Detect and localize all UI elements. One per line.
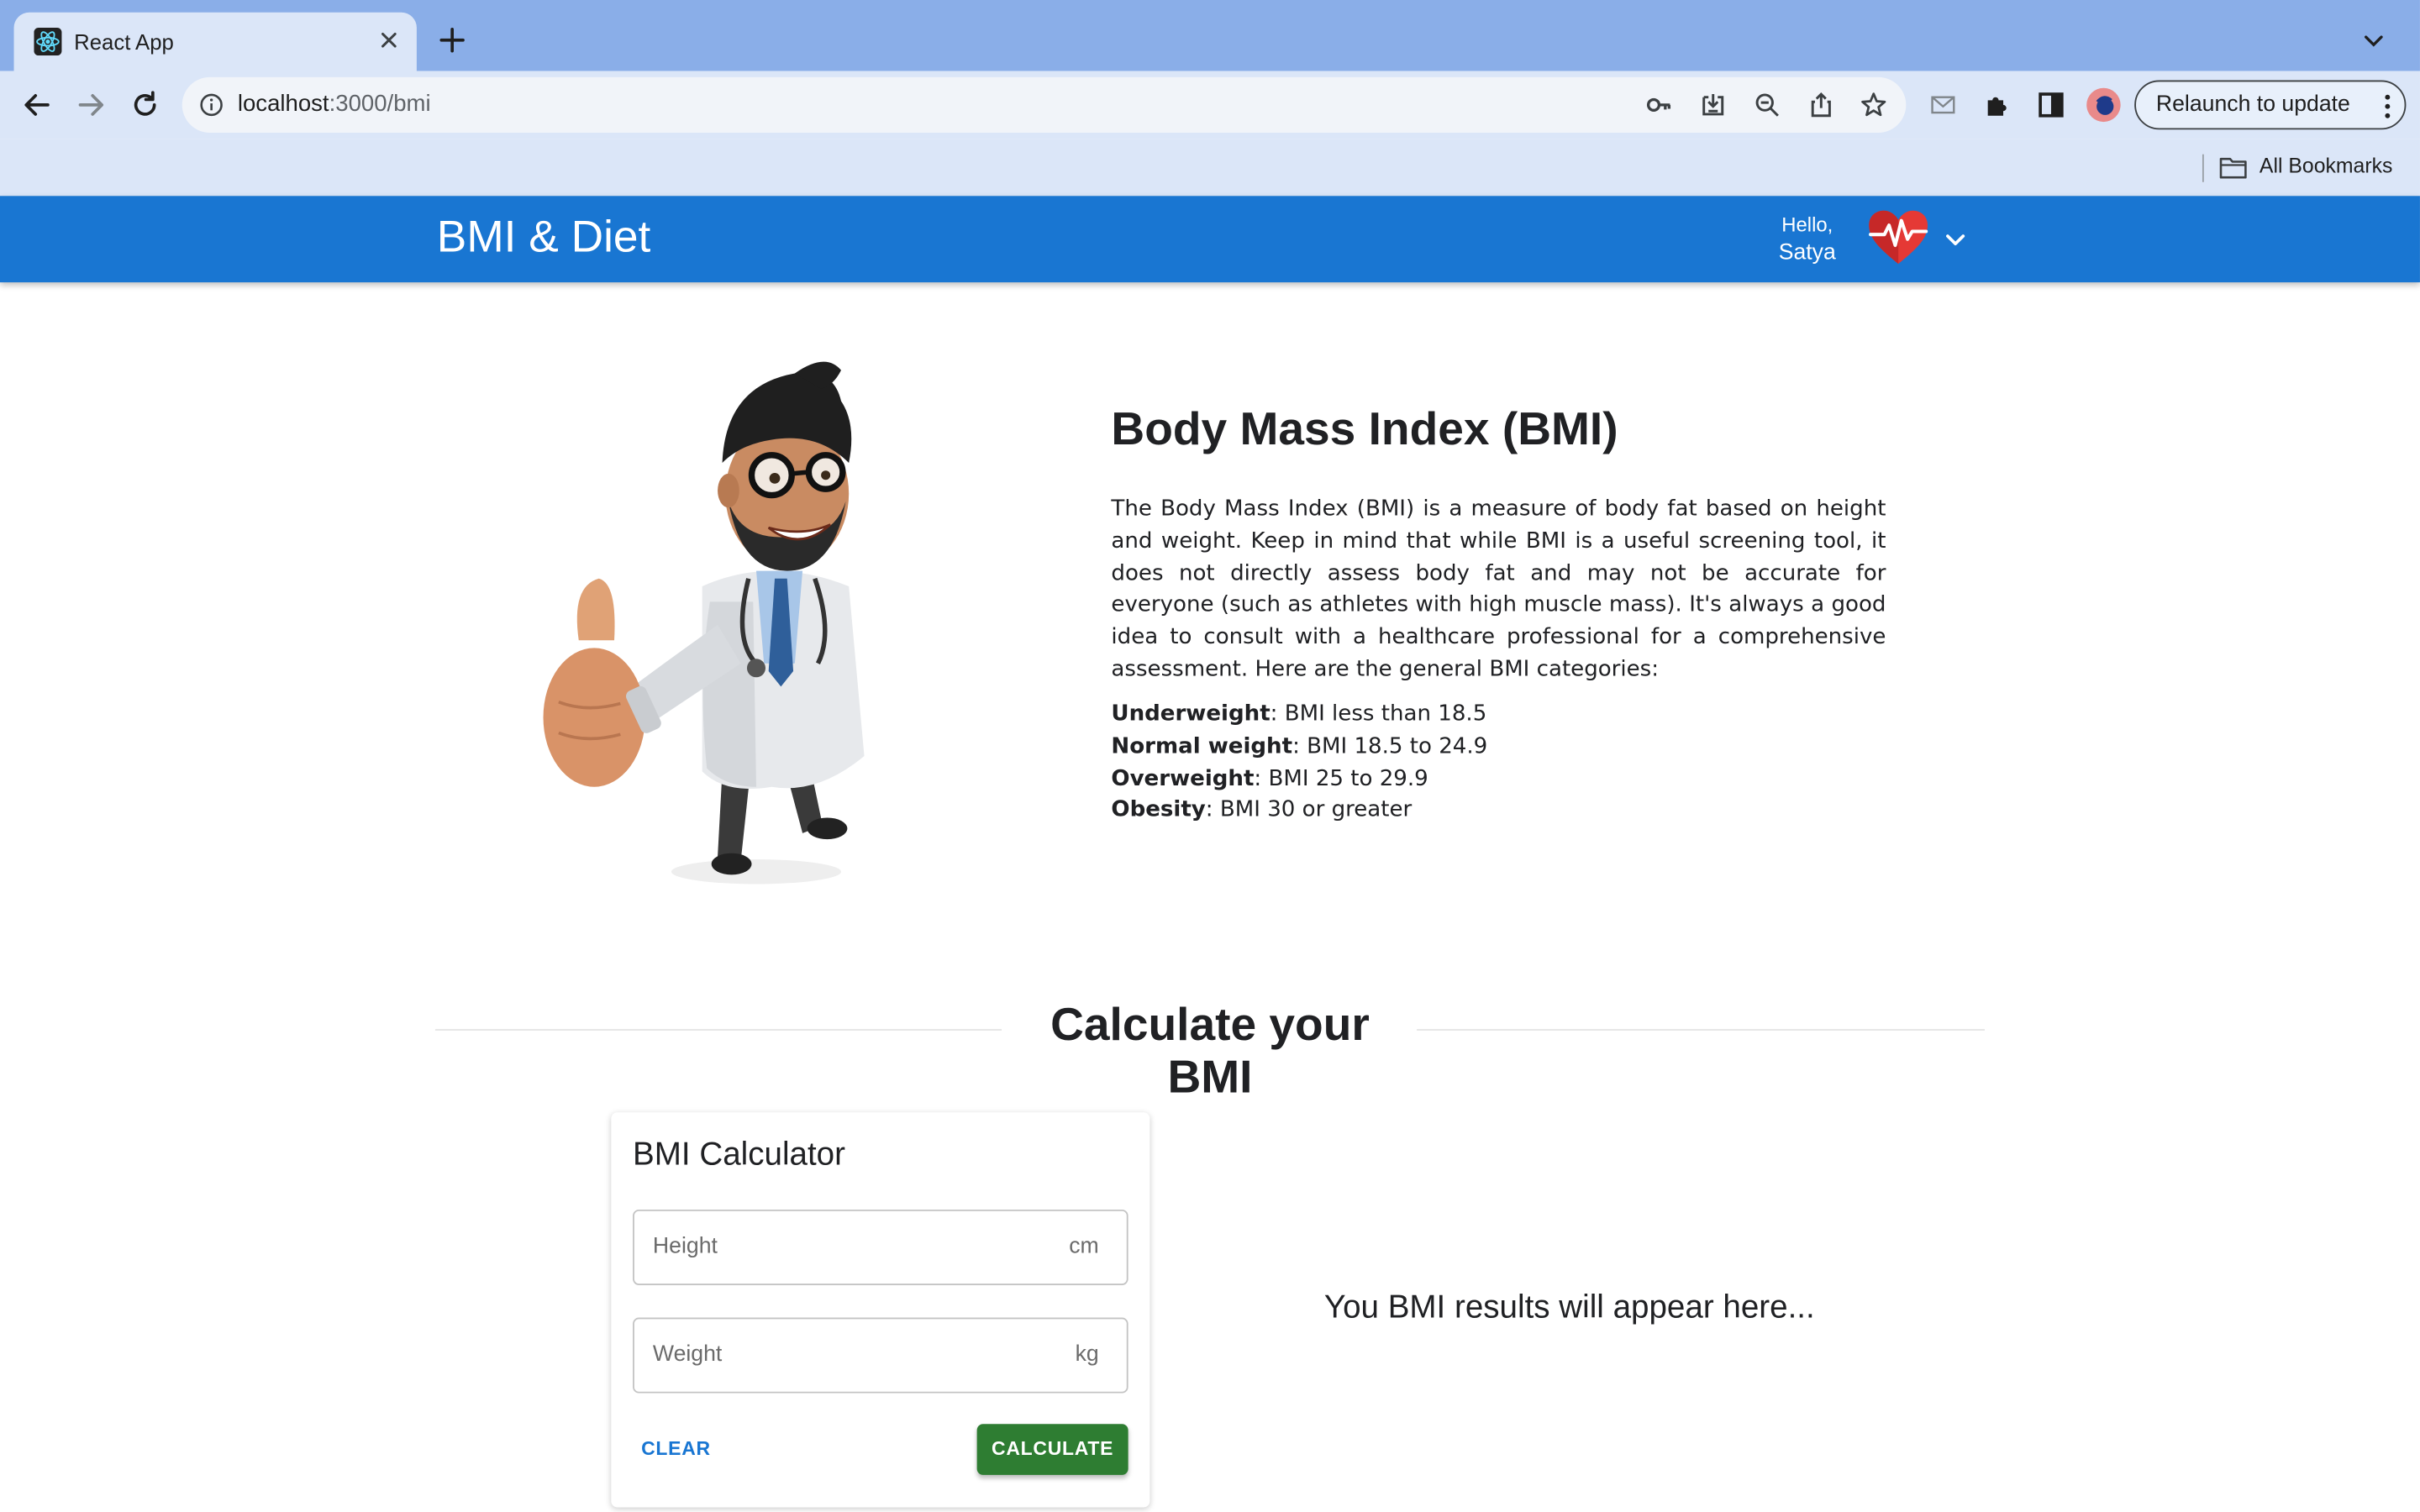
url-host: localhost xyxy=(237,91,329,118)
browser-toolbar: localhost:3000/bmi Relaunch to update xyxy=(0,71,2420,139)
chevron-down-icon[interactable] xyxy=(1943,227,1967,251)
more-menu-icon[interactable] xyxy=(2383,92,2392,120)
list-item: Overweight: BMI 25 to 29.9 xyxy=(1111,763,1487,795)
weight-field[interactable]: Weight kg xyxy=(633,1317,1128,1394)
weight-unit: kg xyxy=(1075,1341,1099,1368)
url-text: localhost:3000/bmi xyxy=(238,91,431,117)
category-name: Obesity xyxy=(1111,798,1206,823)
folder-icon[interactable] xyxy=(2219,156,2247,180)
tab-title: React App xyxy=(74,29,174,55)
user-greeting: Hello, Satya xyxy=(1760,212,1855,267)
relaunch-to-update-button[interactable]: Relaunch to update xyxy=(2134,80,2407,130)
section-divider-left xyxy=(434,1029,1002,1031)
height-field[interactable]: Height cm xyxy=(633,1209,1128,1285)
bmi-result-placeholder: You BMI results will appear here... xyxy=(1323,1289,1815,1326)
card-title: BMI Calculator xyxy=(633,1137,845,1173)
category-range: : BMI 18.5 to 24.9 xyxy=(1292,733,1488,759)
bmi-category-list: Underweight: BMI less than 18.5 Normal w… xyxy=(1111,699,1487,827)
category-name: Normal weight xyxy=(1111,733,1293,759)
all-bookmarks-link[interactable]: All Bookmarks xyxy=(2260,155,2392,178)
address-bar[interactable]: localhost:3000/bmi xyxy=(182,76,1907,133)
relaunch-label: Relaunch to update xyxy=(2155,92,2350,118)
clear-button[interactable]: CLEAR xyxy=(633,1424,719,1473)
doctor-thumbs-up-illustration xyxy=(543,361,865,885)
share-icon[interactable] xyxy=(1807,91,1835,118)
list-item: Obesity: BMI 30 or greater xyxy=(1111,795,1487,827)
bmi-description: The Body Mass Index (BMI) is a measure o… xyxy=(1111,496,1886,682)
key-icon[interactable] xyxy=(1645,91,1673,118)
category-range: : BMI less than 18.5 xyxy=(1270,701,1487,727)
bmi-calculator-card: BMI Calculator Height cm Weight kg CLEAR… xyxy=(611,1112,1150,1508)
site-info-icon[interactable] xyxy=(199,92,224,117)
weight-placeholder: Weight xyxy=(652,1341,723,1368)
tab-search-chevron-icon[interactable] xyxy=(2361,28,2386,52)
bmi-title: Body Mass Index (BMI) xyxy=(1111,404,1618,455)
app-header: BMI & Diet Hello, Satya xyxy=(0,196,2420,283)
user-name: Satya xyxy=(1778,240,1836,265)
url-path: :3000/bmi xyxy=(329,91,431,118)
side-panel-icon[interactable] xyxy=(2037,91,2065,118)
new-tab-icon[interactable] xyxy=(437,24,468,55)
category-range: : BMI 25 to 29.9 xyxy=(1254,766,1428,791)
extensions-puzzle-icon[interactable] xyxy=(1983,91,2011,118)
greeting-text: Hello, xyxy=(1781,213,1833,237)
zoom-out-icon[interactable] xyxy=(1753,91,1781,118)
height-unit: cm xyxy=(1069,1234,1099,1259)
browser-window: React App localhost:3000/bmi Relaunch to… xyxy=(0,0,2420,1512)
calculate-section-heading: Calculate your BMI xyxy=(1050,1000,1370,1104)
category-range: : BMI 30 or greater xyxy=(1205,798,1413,823)
install-app-icon[interactable] xyxy=(1699,91,1727,118)
profile-avatar-glyph-icon xyxy=(2096,96,2114,115)
section-divider-right xyxy=(1417,1029,1985,1031)
list-item: Underweight: BMI less than 18.5 xyxy=(1111,699,1487,731)
profile-avatar-icon[interactable] xyxy=(2086,87,2121,123)
heartbeat-avatar-icon[interactable] xyxy=(1866,208,1931,267)
reload-icon[interactable] xyxy=(128,88,161,122)
bookmark-star-icon[interactable] xyxy=(1860,91,1887,118)
tab-strip: React App xyxy=(0,0,2420,71)
height-placeholder: Height xyxy=(652,1234,718,1259)
category-name: Overweight xyxy=(1111,766,1255,791)
list-item: Normal weight: BMI 18.5 to 24.9 xyxy=(1111,731,1487,763)
back-arrow-icon[interactable] xyxy=(20,88,54,122)
bookmarks-separator xyxy=(2202,154,2204,182)
bookmarks-bar: All Bookmarks xyxy=(0,139,2420,197)
forward-arrow-icon[interactable] xyxy=(74,88,108,122)
category-name: Underweight xyxy=(1111,701,1270,727)
calculate-button[interactable]: CALCULATE xyxy=(976,1424,1128,1475)
close-tab-icon[interactable] xyxy=(376,28,401,52)
mail-extension-icon[interactable] xyxy=(1929,91,1957,118)
app-brand[interactable]: BMI & Diet xyxy=(437,213,651,264)
tab-react-app[interactable]: React App xyxy=(13,12,417,71)
react-favicon-icon xyxy=(34,28,62,56)
